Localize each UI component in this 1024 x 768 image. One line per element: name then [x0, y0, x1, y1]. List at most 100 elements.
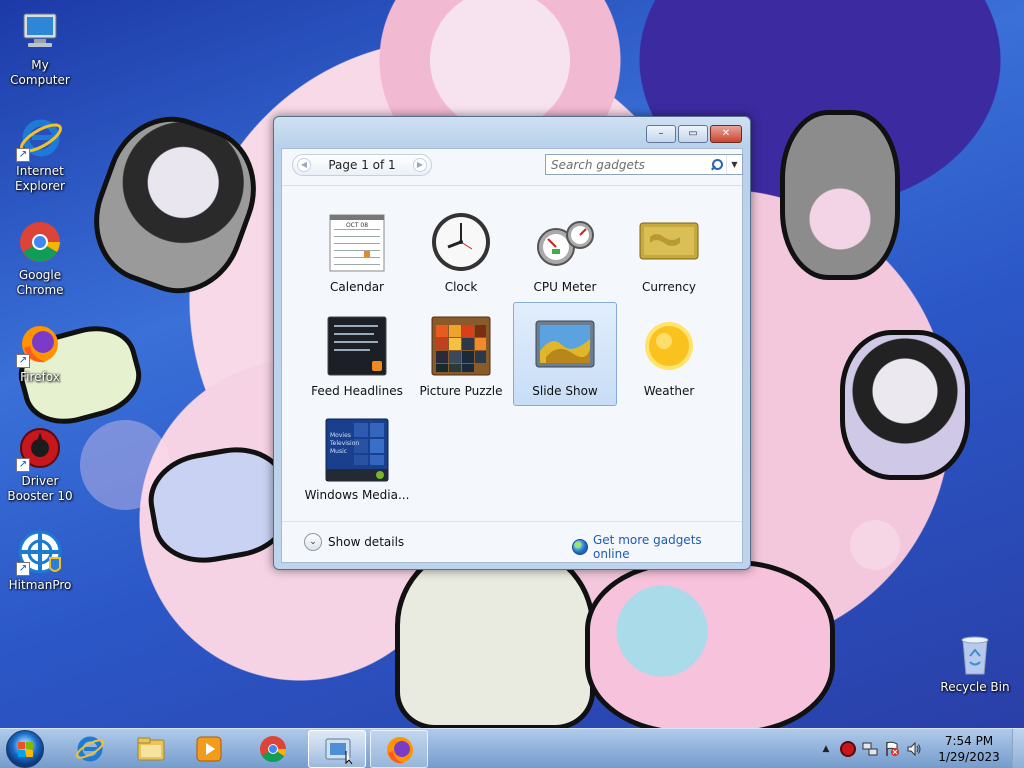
gadget-weather[interactable]: Weather [617, 302, 721, 406]
shortcut-arrow-icon: ↗ [16, 458, 30, 472]
desktop-icon-label: Google Chrome [16, 268, 64, 297]
computer-icon [16, 8, 64, 56]
gadget-label: Feed Headlines [311, 384, 403, 398]
wallpaper-character-pink-cat [585, 560, 835, 728]
gadget-calendar[interactable]: OCT 08 Calendar [305, 198, 409, 302]
currency-gadget-icon [636, 209, 702, 275]
wallpaper-character-bunny-right [840, 330, 970, 480]
shortcut-arrow-icon: ↗ [16, 562, 30, 576]
firefox-icon: ↗ [16, 320, 64, 368]
windows-logo-icon [18, 742, 34, 758]
restore-button[interactable]: ▭ [678, 125, 708, 143]
globe-icon [572, 539, 588, 555]
weather-gadget-icon [636, 313, 702, 379]
page-indicator: Page 1 of 1 [328, 158, 396, 172]
gadget-gallery-panel: ◀ Page 1 of 1 ▶ ▼ [281, 148, 743, 563]
show-hidden-icons-button[interactable]: ▲ [818, 741, 834, 757]
show-details-toggle[interactable]: ⌄ Show details [304, 533, 404, 551]
calendar-month-text: OCT 08 [346, 222, 368, 229]
gadget-label: Slide Show [532, 384, 598, 398]
clock-date: 1/29/2023 [938, 750, 1000, 764]
hitmanpro-icon: ↗ [16, 528, 64, 576]
picture-puzzle-gadget-icon [428, 313, 494, 379]
taskbar-internet-explorer[interactable] [61, 730, 119, 768]
ie-icon [75, 736, 105, 762]
windows-media-center-gadget-icon: Movies Television Music [324, 417, 390, 483]
clock-gadget-icon [428, 209, 494, 275]
gadget-gallery-window: – ▭ ✕ ◀ Page 1 of 1 ▶ ▼ [273, 116, 751, 570]
feed-headlines-gadget-icon [324, 313, 390, 379]
taskbar-windows-media-player[interactable] [180, 730, 238, 768]
chevron-down-icon: ⌄ [304, 533, 322, 551]
close-button[interactable]: ✕ [710, 125, 742, 143]
minimize-button[interactable]: – [646, 125, 676, 143]
chrome-icon [260, 736, 287, 763]
gadget-label: Calendar [330, 280, 384, 294]
desktop-icon-label: Recycle Bin [940, 680, 1010, 694]
start-button[interactable] [6, 730, 44, 768]
wallpaper-character-bunny-left [75, 99, 275, 311]
gadget-clock[interactable]: Clock [409, 198, 513, 302]
show-desktop-button[interactable] [1012, 729, 1024, 768]
taskbar: ▲ 7:54 PM 1/29/2023 [0, 728, 1024, 768]
taskbar-firefox[interactable] [370, 730, 428, 768]
gadget-label: Windows Media... [304, 488, 410, 502]
gadget-picture-puzzle[interactable]: Picture Puzzle [409, 302, 513, 406]
search-input[interactable] [546, 155, 708, 174]
driver-booster-icon: ↗ [16, 424, 64, 472]
desktop-icon-driver-booster[interactable]: ↗ Driver Booster 10 [0, 424, 80, 504]
desktop-icon-label: My Computer [10, 58, 70, 87]
shortcut-arrow-icon: ↗ [16, 354, 30, 368]
desktop-icon-label: HitmanPro [8, 578, 72, 592]
gadget-cpu-meter[interactable]: CPU Meter [513, 198, 617, 302]
media-menu-movies: Movies [330, 432, 351, 439]
taskbar-google-chrome[interactable] [244, 730, 302, 768]
desktop-icon-internet-explorer[interactable]: ↗ Internet Explorer [0, 114, 80, 194]
gadget-label: Clock [444, 280, 478, 294]
calendar-gadget-icon: OCT 08 [324, 209, 390, 275]
page-navigator: ◀ Page 1 of 1 ▶ [292, 154, 432, 176]
taskbar-gadgets[interactable] [308, 730, 366, 768]
action-center-flag-icon[interactable] [884, 741, 900, 757]
gadgets-icon [325, 738, 353, 765]
gadget-label: CPU Meter [533, 280, 597, 294]
next-page-button[interactable]: ▶ [413, 158, 427, 172]
firefox-icon [387, 737, 413, 764]
header-divider [282, 185, 742, 186]
media-menu-music: Music [330, 448, 347, 455]
gadget-label: Picture Puzzle [419, 384, 503, 398]
gadget-label: Weather [643, 384, 695, 398]
search-icon[interactable] [708, 157, 724, 173]
ie-icon: ↗ [16, 114, 64, 162]
search-box: ▼ [545, 154, 743, 175]
desktop-icon-firefox[interactable]: ↗ Firefox [0, 320, 80, 385]
cpu-meter-gadget-icon [532, 209, 598, 275]
driver-booster-tray-icon[interactable] [840, 741, 856, 757]
shortcut-arrow-icon: ↗ [16, 148, 30, 162]
desktop-icon-hitmanpro[interactable]: ↗ HitmanPro [0, 528, 80, 593]
taskbar-clock[interactable]: 7:54 PM 1/29/2023 [930, 733, 1008, 765]
taskbar-windows-explorer[interactable] [122, 730, 180, 768]
desktop-icon-label: Internet Explorer [15, 164, 65, 193]
previous-page-button[interactable]: ◀ [297, 158, 311, 172]
get-more-gadgets-link[interactable]: Get more gadgets online [572, 533, 742, 561]
desktop-icon-recycle-bin[interactable]: Recycle Bin [935, 630, 1015, 695]
network-icon[interactable] [862, 741, 878, 757]
gadget-windows-media-center[interactable]: Movies Television Music Windows Media... [305, 406, 409, 510]
get-more-gadgets-label: Get more gadgets online [593, 533, 702, 561]
volume-icon[interactable] [906, 741, 922, 757]
gadget-grid: OCT 08 Calendar Clock CPU Meter Currency… [305, 198, 725, 510]
desktop-icon-google-chrome[interactable]: Google Chrome [0, 218, 80, 298]
desktop-icon-label: Firefox [20, 370, 60, 384]
gadget-label: Currency [641, 280, 697, 294]
search-dropdown-button[interactable]: ▼ [726, 155, 742, 174]
chrome-icon [16, 218, 64, 266]
folder-icon [137, 737, 165, 761]
show-details-label: Show details [328, 535, 405, 549]
gadget-feed-headlines[interactable]: Feed Headlines [305, 302, 409, 406]
gadget-slide-show[interactable]: Slide Show [513, 302, 617, 406]
system-tray: ▲ 7:54 PM 1/29/2023 [812, 729, 1024, 768]
desktop-icon-my-computer[interactable]: My Computer [0, 8, 80, 88]
gadget-currency[interactable]: Currency [617, 198, 721, 302]
media-player-icon [196, 736, 222, 762]
